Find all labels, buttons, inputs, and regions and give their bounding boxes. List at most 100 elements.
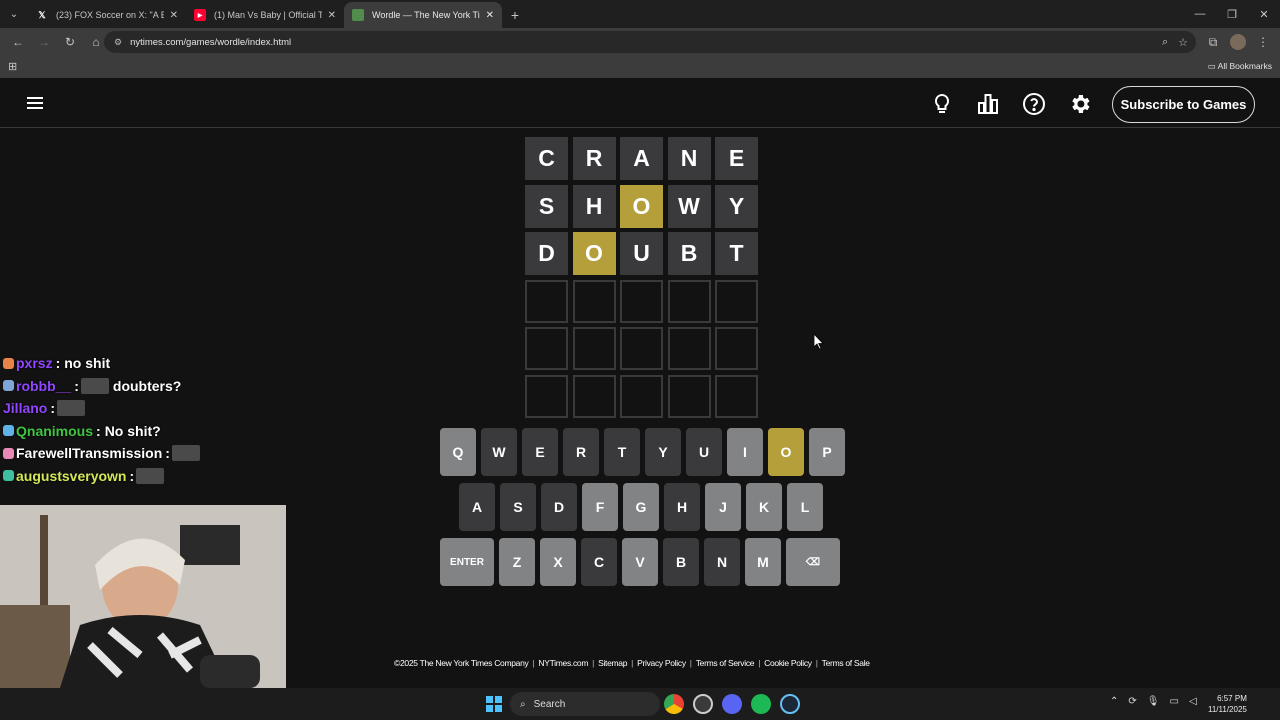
minimize-icon[interactable]: — <box>1184 0 1216 28</box>
key-g[interactable]: G <box>623 483 659 531</box>
stats-icon[interactable] <box>976 92 1000 116</box>
chat-badge-icon <box>3 357 14 369</box>
reload-icon[interactable]: ↻ <box>58 30 82 54</box>
chat-username[interactable]: augustsveryown <box>16 468 126 484</box>
chat-username[interactable]: Qnanimous <box>16 423 93 439</box>
new-tab-button[interactable]: + <box>502 2 528 28</box>
footer-link[interactable]: Terms of Sale <box>822 658 870 668</box>
streamer-webcam <box>0 505 286 688</box>
footer-link[interactable]: ©2025 The New York Times Company <box>394 658 529 668</box>
spotify-icon[interactable] <box>751 694 771 714</box>
key-a[interactable]: A <box>459 483 495 531</box>
footer-link[interactable]: Sitemap <box>598 658 627 668</box>
forward-icon[interactable]: → <box>32 30 56 54</box>
apps-grid-icon[interactable]: ⊞ <box>8 60 17 73</box>
key-z[interactable]: Z <box>499 538 535 586</box>
key-v[interactable]: V <box>622 538 658 586</box>
bookmark-star-icon[interactable]: ☆ <box>1178 36 1188 49</box>
chat-username[interactable]: pxrsz <box>16 355 53 371</box>
microphone-icon[interactable]: 🎙 <box>1147 696 1160 707</box>
board-tile: D <box>525 232 568 275</box>
key-s[interactable]: S <box>500 483 536 531</box>
chat-message: Qnanimous: No shit? <box>3 420 303 443</box>
volume-icon[interactable]: ◁ <box>1189 696 1197 707</box>
restore-icon[interactable]: ❐ <box>1216 0 1248 28</box>
back-icon[interactable]: ← <box>6 30 30 54</box>
windows-start-icon[interactable] <box>486 696 502 712</box>
key-u[interactable]: U <box>686 428 722 476</box>
search-icon: ⌕ <box>520 698 526 710</box>
key-b[interactable]: B <box>663 538 699 586</box>
key-c[interactable]: C <box>581 538 617 586</box>
all-bookmarks-button[interactable]: ▭ All Bookmarks <box>1208 61 1272 72</box>
chat-username[interactable]: Jillano <box>3 400 47 416</box>
network-icon[interactable]: ▭ <box>1169 696 1178 707</box>
enter-key[interactable]: ENTER <box>440 538 494 586</box>
chat-badge-icon <box>3 380 14 392</box>
key-x[interactable]: X <box>540 538 576 586</box>
key-w[interactable]: W <box>481 428 517 476</box>
chat-username[interactable]: FarewellTransmission <box>16 445 162 461</box>
extensions-icon[interactable]: ⧉ <box>1202 30 1224 54</box>
sync-icon[interactable]: ⟳ <box>1128 696 1136 707</box>
x-icon: 𝕏 <box>38 9 46 20</box>
key-e[interactable]: E <box>522 428 558 476</box>
key-j[interactable]: J <box>705 483 741 531</box>
profile-avatar[interactable] <box>1230 34 1246 50</box>
key-p[interactable]: P <box>809 428 845 476</box>
backspace-key[interactable]: ⌫ <box>786 538 840 586</box>
all-bookmarks-label: All Bookmarks <box>1217 61 1272 71</box>
key-r[interactable]: R <box>563 428 599 476</box>
close-icon[interactable]: ✕ <box>328 10 336 21</box>
site-info-icon[interactable]: ⚙ <box>114 37 122 48</box>
chrome-menu-icon[interactable]: ⋮ <box>1252 30 1274 54</box>
tray-chevron-icon[interactable]: ⌃ <box>1110 696 1118 707</box>
window-controls: — ❐ ✕ <box>1184 0 1280 28</box>
chat-text: doubters? <box>112 377 182 394</box>
key-q[interactable]: Q <box>440 428 476 476</box>
close-window-icon[interactable]: ✕ <box>1248 0 1280 28</box>
footer-link[interactable]: Terms of Service <box>696 658 755 668</box>
taskbar-search[interactable]: ⌕ Search <box>510 692 660 716</box>
tab-fox-soccer[interactable]: 𝕏 (23) FOX Soccer on X: "A BICYC ✕ <box>28 2 186 28</box>
key-d[interactable]: D <box>541 483 577 531</box>
zoom-icon[interactable]: ⌕ <box>1162 36 1168 49</box>
footer-link[interactable]: Privacy Policy <box>637 658 686 668</box>
footer-link[interactable]: NYTimes.com <box>538 658 588 668</box>
chat-username[interactable]: robbb__ <box>16 378 71 394</box>
steam-icon[interactable] <box>780 694 800 714</box>
on-screen-keyboard: Q W E R T Y U I O P A S D F G H J K L ENTER Z X C V B N M ⌫ <box>440 428 845 593</box>
settings-icon[interactable] <box>1068 92 1092 116</box>
chat-emote-icon <box>171 445 200 462</box>
close-icon[interactable]: ✕ <box>170 10 178 21</box>
tab-search-icon[interactable]: ⌄ <box>0 0 28 28</box>
help-icon[interactable] <box>1022 92 1046 116</box>
footer-link[interactable]: Cookie Policy <box>764 658 812 668</box>
obs-icon[interactable] <box>693 694 713 714</box>
tab-youtube[interactable]: ▶ (1) Man Vs Baby | Official Traile ✕ <box>186 2 344 28</box>
url-bar[interactable]: ⚙ nytimes.com/games/wordle/index.html ⌕ … <box>104 31 1196 53</box>
header-icons <box>930 92 1092 116</box>
board-tile: H <box>572 184 616 228</box>
key-l[interactable]: L <box>787 483 823 531</box>
hint-bulb-icon[interactable] <box>930 92 954 116</box>
key-y[interactable]: Y <box>645 428 681 476</box>
close-icon[interactable]: ✕ <box>486 10 494 21</box>
hamburger-menu-icon[interactable] <box>27 97 43 112</box>
discord-icon[interactable] <box>722 694 742 714</box>
taskbar-clock[interactable]: 6:57 PM 11/11/2025 <box>1208 693 1247 715</box>
game-board: CRANESHOWYDOUBT <box>525 137 758 418</box>
key-n[interactable]: N <box>704 538 740 586</box>
key-t[interactable]: T <box>604 428 640 476</box>
chrome-icon[interactable] <box>664 694 684 714</box>
subscribe-button[interactable]: Subscribe to Games <box>1112 86 1255 123</box>
key-m[interactable]: M <box>745 538 781 586</box>
key-f[interactable]: F <box>582 483 618 531</box>
footer-separator: | <box>592 658 595 668</box>
key-o[interactable]: O <box>768 428 804 476</box>
key-i[interactable]: I <box>727 428 763 476</box>
tab-wordle[interactable]: Wordle — The New York Times ✕ <box>344 2 502 28</box>
key-h[interactable]: H <box>664 483 700 531</box>
clock-time: 6:57 PM <box>1217 694 1247 703</box>
key-k[interactable]: K <box>746 483 782 531</box>
